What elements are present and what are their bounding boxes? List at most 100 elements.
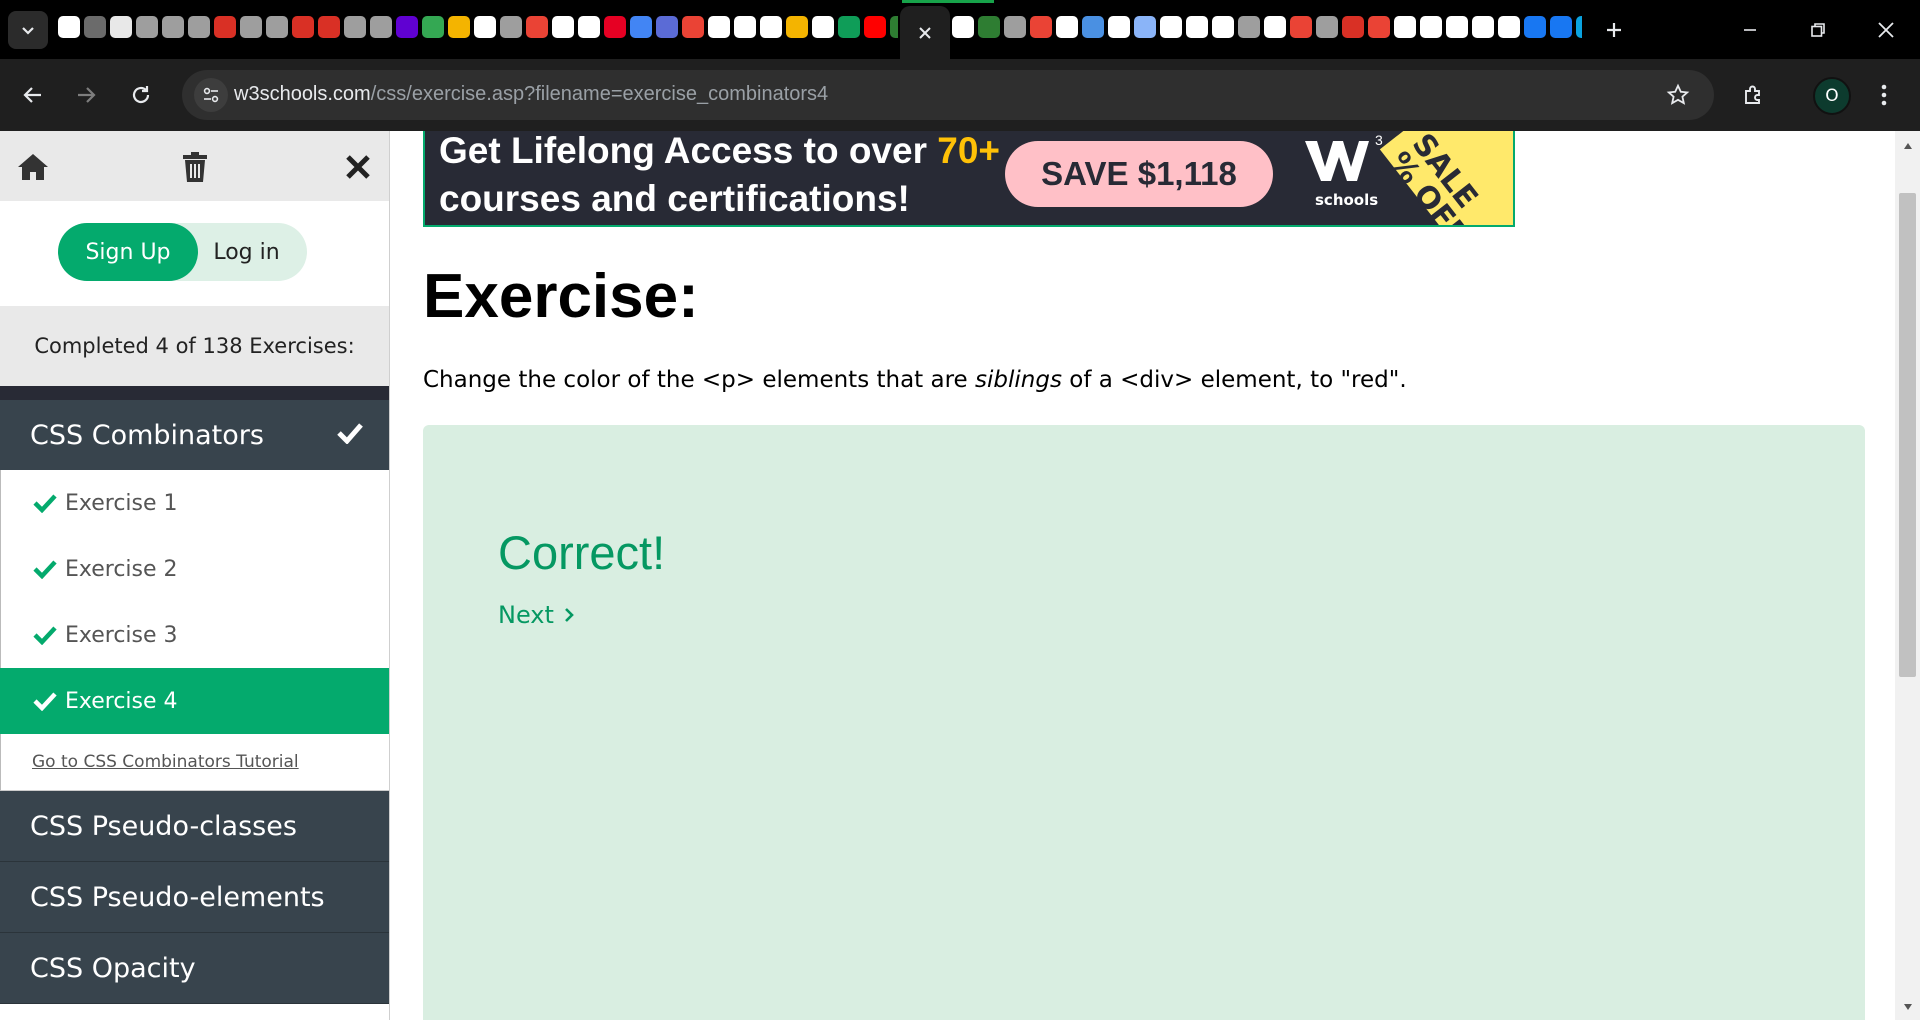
pinned-tab-favicon[interactable]: [474, 16, 496, 38]
browser-menu-button[interactable]: [1866, 77, 1902, 113]
pinned-tab-favicon[interactable]: [1264, 16, 1286, 38]
pinned-tab-favicon[interactable]: [188, 16, 210, 38]
exercise-item-4[interactable]: Exercise 4: [0, 668, 389, 734]
pinned-tab-favicon[interactable]: [110, 16, 132, 38]
pinned-tab-favicon[interactable]: [292, 16, 314, 38]
pinned-tab-favicon[interactable]: [1004, 16, 1026, 38]
pinned-tab-favicon[interactable]: [526, 16, 548, 38]
reload-button[interactable]: [123, 77, 159, 113]
scroll-up-button[interactable]: [1895, 135, 1920, 157]
pinned-tab-favicon[interactable]: [708, 16, 730, 38]
pinned-tab-favicon[interactable]: [1160, 16, 1182, 38]
pinned-tab-favicon[interactable]: [240, 16, 262, 38]
pinned-tab-favicon[interactable]: [682, 16, 704, 38]
pinned-tab-favicon[interactable]: [84, 16, 106, 38]
minimize-button[interactable]: [1716, 0, 1784, 59]
pinned-tab-favicon[interactable]: [1238, 16, 1260, 38]
sidebar-group-2[interactable]: CSS Pseudo-elements: [0, 862, 389, 933]
pinned-tab-favicon[interactable]: [422, 16, 444, 38]
result-panel: Correct! Next: [423, 425, 1865, 1020]
next-link[interactable]: Next: [498, 601, 576, 629]
pinned-tab-favicon[interactable]: [58, 16, 80, 38]
restore-button[interactable]: [1784, 0, 1852, 59]
pinned-tab-favicon[interactable]: [838, 16, 860, 38]
pinned-tab-favicon[interactable]: [1524, 16, 1546, 38]
sidebar-group-active[interactable]: CSS Combinators: [0, 400, 389, 470]
pinned-tab-favicon[interactable]: [630, 16, 652, 38]
pinned-tab-favicon[interactable]: [162, 16, 184, 38]
tutorial-link[interactable]: Go to CSS Combinators Tutorial: [0, 734, 389, 791]
pinned-tab-favicon[interactable]: [812, 16, 834, 38]
pinned-tab-favicon[interactable]: [604, 16, 626, 38]
pinned-tab-favicon[interactable]: [500, 16, 522, 38]
sidebar-group-label: CSS Combinators: [30, 419, 264, 451]
reset-progress-button[interactable]: [175, 147, 215, 187]
pinned-tab-favicon[interactable]: [448, 16, 470, 38]
w3schools-logo: 3 schools: [1295, 131, 1385, 221]
pinned-tab-favicon[interactable]: [760, 16, 782, 38]
scrollbar-thumb[interactable]: [1899, 193, 1916, 677]
pinned-tab-favicon[interactable]: [864, 16, 886, 38]
sign-up-button[interactable]: Sign Up: [58, 223, 198, 281]
pinned-tab-favicon[interactable]: [890, 16, 898, 38]
pinned-tab-favicon[interactable]: [1212, 16, 1234, 38]
address-bar[interactable]: w3schools.com/css/exercise.asp?filename=…: [182, 70, 1714, 120]
pinned-tab-favicon[interactable]: [266, 16, 288, 38]
pinned-tab-favicon[interactable]: [786, 16, 808, 38]
page-scrollbar[interactable]: [1895, 131, 1920, 1020]
promo-banner[interactable]: Get Lifelong Access to over 70+ courses …: [423, 131, 1515, 227]
pinned-tab-favicon[interactable]: [1394, 16, 1416, 38]
url-text: w3schools.com/css/exercise.asp?filename=…: [234, 83, 828, 106]
pinned-tab-favicon[interactable]: [552, 16, 574, 38]
pinned-tab-favicon[interactable]: [1186, 16, 1208, 38]
profile-avatar[interactable]: O: [1813, 77, 1851, 115]
pinned-tab-favicon[interactable]: [578, 16, 600, 38]
check-icon: [33, 560, 57, 579]
pinned-tab-favicon[interactable]: [1472, 16, 1494, 38]
pinned-tab-favicon[interactable]: [656, 16, 678, 38]
pinned-tab-favicon[interactable]: [734, 16, 756, 38]
bookmark-button[interactable]: [1660, 77, 1696, 113]
pinned-tab-favicon[interactable]: [344, 16, 366, 38]
exercise-item-1[interactable]: Exercise 1: [0, 470, 389, 536]
pinned-tab-favicon[interactable]: [1316, 16, 1338, 38]
tab-search-button[interactable]: [8, 11, 48, 49]
pinned-tab-favicon[interactable]: [1550, 16, 1572, 38]
scroll-down-button[interactable]: [1895, 996, 1920, 1018]
sidebar-group-3[interactable]: CSS Opacity: [0, 933, 389, 1004]
new-tab-button[interactable]: [1596, 12, 1632, 48]
pinned-tab-favicon[interactable]: [952, 16, 974, 38]
home-button[interactable]: [13, 147, 53, 187]
pinned-tab-favicon[interactable]: [214, 16, 236, 38]
pinned-tab-favicon[interactable]: [1446, 16, 1468, 38]
pinned-tab-favicon[interactable]: [1082, 16, 1104, 38]
active-tab[interactable]: [900, 6, 950, 59]
site-info-button[interactable]: [194, 78, 228, 112]
pinned-tab-favicon[interactable]: [396, 16, 418, 38]
pinned-tab-favicon[interactable]: [1134, 16, 1156, 38]
extensions-button[interactable]: [1736, 77, 1772, 113]
logo-text: schools: [1315, 191, 1379, 209]
pinned-tab-favicon[interactable]: [1030, 16, 1052, 38]
pinned-tab-favicon[interactable]: [370, 16, 392, 38]
pinned-tab-favicon[interactable]: [1108, 16, 1130, 38]
close-tab-icon[interactable]: [917, 25, 933, 41]
pinned-tab-favicon[interactable]: [1290, 16, 1312, 38]
back-button[interactable]: [15, 77, 51, 113]
pinned-tab-favicon[interactable]: [1342, 16, 1364, 38]
forward-button[interactable]: [68, 77, 104, 113]
close-window-button[interactable]: [1852, 0, 1920, 59]
sidebar-group-1[interactable]: CSS Pseudo-classes: [0, 791, 389, 862]
pinned-tab-favicon[interactable]: [1498, 16, 1520, 38]
pinned-tab-favicon[interactable]: [1420, 16, 1442, 38]
close-sidebar-button[interactable]: [338, 147, 378, 187]
pinned-tab-favicon[interactable]: [136, 16, 158, 38]
pinned-tab-favicon[interactable]: [318, 16, 340, 38]
check-icon: [337, 423, 363, 444]
pinned-tab-favicon[interactable]: [1368, 16, 1390, 38]
pinned-tab-favicon[interactable]: [1056, 16, 1078, 38]
exercise-item-2[interactable]: Exercise 2: [0, 536, 389, 602]
exercise-item-3[interactable]: Exercise 3: [0, 602, 389, 668]
pinned-tab-favicon[interactable]: [978, 16, 1000, 38]
pinned-tab-favicon[interactable]: [1576, 16, 1582, 38]
